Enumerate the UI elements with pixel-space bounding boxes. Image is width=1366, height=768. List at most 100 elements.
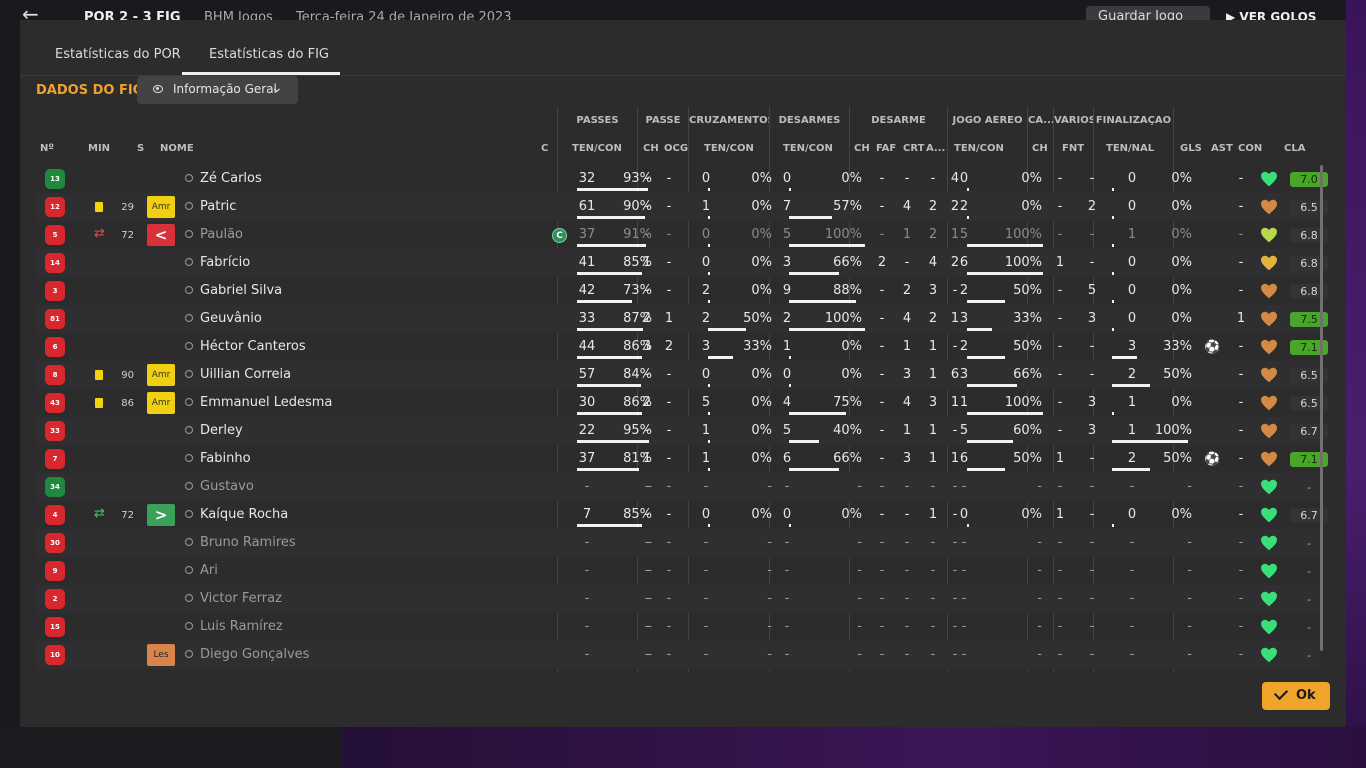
player-profile-icon[interactable] bbox=[183, 370, 193, 380]
player-name[interactable]: Diego Gonçalves bbox=[200, 647, 309, 662]
stat-cell: 6 bbox=[782, 451, 792, 466]
player-name[interactable]: Paulão bbox=[200, 227, 243, 242]
stat-cell: 100% bbox=[824, 311, 862, 326]
player-name[interactable]: Bruno Ramires bbox=[200, 535, 296, 550]
table-scrollbar[interactable] bbox=[1320, 165, 1323, 651]
player-name[interactable]: Ari bbox=[200, 563, 218, 578]
table-row[interactable]: 10 Les Diego Gonçalves - - - - - - - - - - - - - - - - - - - - bbox=[36, 641, 1320, 669]
ok-button[interactable]: Ok bbox=[1262, 682, 1330, 710]
player-name[interactable]: Fabrício bbox=[200, 255, 250, 270]
player-profile-icon[interactable] bbox=[183, 454, 193, 464]
player-profile-icon[interactable] bbox=[183, 174, 193, 184]
column-header[interactable]: TEN/CON bbox=[783, 143, 863, 155]
success-rate-bar bbox=[967, 188, 969, 191]
table-row[interactable]: 12 29 Amr Patric 61 90% - -1 0% 7 57% -4 2 2 2 0% -2 0 0% -… bbox=[36, 193, 1328, 221]
stat-cell: - bbox=[666, 535, 672, 550]
stat-cell: - bbox=[784, 591, 790, 606]
player-name[interactable]: Héctor Canteros bbox=[200, 339, 306, 354]
column-header[interactable]: MIN bbox=[88, 143, 144, 155]
stat-cell: - bbox=[1089, 535, 1095, 550]
stat-cell: - bbox=[784, 535, 790, 550]
table-row[interactable]: 4 ⇄ 72 > Kaíque Rocha 7 85% - -0 0% 0 0% - -1-0 0% 1-0 0… bbox=[36, 501, 1328, 529]
table-row[interactable]: 34 Gustavo - - - - - - - - - - - - - - - - - - - - bbox=[36, 473, 1320, 501]
stat-cell: 0 bbox=[701, 227, 711, 242]
player-profile-icon[interactable] bbox=[183, 258, 193, 268]
player-name[interactable]: Kaíque Rocha bbox=[200, 507, 288, 522]
player-name[interactable]: Derley bbox=[200, 423, 243, 438]
player-profile-icon[interactable] bbox=[183, 538, 193, 548]
column-header[interactable]: CLA bbox=[1284, 143, 1336, 155]
table-row[interactable]: 5 ⇄ 72 < Paulão C 37 91% - -0 0% 5 100% -1 2 1 5 100% - -1 0… bbox=[36, 221, 1328, 249]
view-dropdown[interactable]: Informação Geral ⌄ bbox=[137, 76, 298, 104]
table-row[interactable]: 15 Luis Ramírez - - - - - - - - - - - - - - - - - - - - bbox=[36, 613, 1320, 641]
player-profile-icon[interactable] bbox=[183, 510, 193, 520]
shirt-number-icon: 10 bbox=[45, 645, 65, 665]
player-name[interactable]: Emmanuel Ledesma bbox=[200, 395, 332, 410]
stat-cell: - bbox=[1089, 367, 1095, 382]
stat-cell: - bbox=[857, 479, 862, 494]
player-profile-icon[interactable] bbox=[183, 230, 193, 240]
stat-cell: - bbox=[1057, 311, 1063, 326]
player-profile-icon[interactable] bbox=[183, 650, 193, 660]
stat-cell: 1 bbox=[928, 339, 938, 354]
stat-cell: 5 bbox=[782, 423, 792, 438]
substituted-off-icon: ⇄ bbox=[94, 226, 105, 241]
stat-cell: - bbox=[784, 479, 790, 494]
column-header[interactable]: TEN/CON bbox=[572, 143, 652, 155]
stat-cell: 50% bbox=[1163, 367, 1192, 382]
stat-cell: 0% bbox=[751, 283, 772, 298]
table-row[interactable]: 2 Victor Ferraz - - - - - - - - - - - - - - - - - - - - bbox=[36, 585, 1320, 613]
player-name[interactable]: Zé Carlos bbox=[200, 171, 262, 186]
stat-cell: - bbox=[879, 171, 885, 186]
table-row[interactable]: 8 90 Amr Uillian Correia 57 84% - -0 0% 0 0% -3 1 6 3 6… bbox=[36, 361, 1328, 389]
player-name[interactable]: Geuvânio bbox=[200, 311, 262, 326]
stat-cell: 0% bbox=[841, 507, 862, 522]
table-row[interactable]: 3 Gabriel Silva 42 73% - -2 0% 9 88% -2 3-2 50% -5 0 0… bbox=[36, 277, 1328, 305]
stat-cell: - bbox=[1129, 563, 1135, 578]
success-rate-bar bbox=[967, 440, 1013, 443]
stat-cell: - bbox=[904, 619, 910, 634]
tab-por-stats[interactable]: Estatísticas do POR bbox=[55, 47, 181, 62]
success-rate-bar bbox=[708, 412, 710, 415]
player-profile-icon[interactable] bbox=[183, 202, 193, 212]
table-row[interactable]: 14 Fabrício 41 85% 1-0 0% 3 66% 2-4 2 6 100% 1-0 0% -6… bbox=[36, 249, 1328, 277]
player-name[interactable]: Patric bbox=[200, 199, 236, 214]
player-name[interactable]: Gustavo bbox=[200, 479, 254, 494]
player-profile-icon[interactable] bbox=[183, 594, 193, 604]
stat-cell: - bbox=[784, 563, 790, 578]
stat-cell: - bbox=[644, 619, 650, 634]
table-row[interactable]: 6 Héctor Canteros 44 86% 3 2 3 33% 1 0% -1 1-2 50% - -… bbox=[36, 333, 1328, 361]
stat-cell: - bbox=[644, 563, 650, 578]
stat-cell: 2 bbox=[642, 395, 652, 410]
tab-fig-stats[interactable]: Estatísticas do FIG bbox=[209, 47, 329, 62]
player-profile-icon[interactable] bbox=[183, 314, 193, 324]
player-profile-icon[interactable] bbox=[183, 566, 193, 576]
stat-cell: 3 bbox=[1087, 311, 1097, 326]
stat-cell: 0% bbox=[1171, 395, 1192, 410]
player-name[interactable]: Uillian Correia bbox=[200, 367, 291, 382]
player-profile-icon[interactable] bbox=[183, 482, 193, 492]
player-name[interactable]: Luis Ramírez bbox=[200, 619, 283, 634]
stat-cell: - bbox=[644, 535, 650, 550]
player-profile-icon[interactable] bbox=[183, 622, 193, 632]
table-row[interactable]: 43 86 Amr Emmanuel Ledesma 30 86% 2-5 0% 4 75% -4 3… bbox=[36, 389, 1328, 417]
table-row[interactable]: 13 Zé Carlos 32 93% - -0 0% 0 0% - - -4 0 0% - -0 0% -7.0 bbox=[36, 165, 1328, 193]
table-row[interactable]: 30 Bruno Ramires - - - - - - - - - - - - - - - - - - - - bbox=[36, 529, 1320, 557]
player-profile-icon[interactable] bbox=[183, 426, 193, 436]
player-profile-icon[interactable] bbox=[183, 342, 193, 352]
table-row[interactable]: 81 Geuvânio 33 87% 2 1 2 50% 2 100% -4 2 1 3 33% -3 0 0% 1… bbox=[36, 305, 1328, 333]
player-name[interactable]: Victor Ferraz bbox=[200, 591, 282, 606]
column-header[interactable]: Nº bbox=[40, 143, 54, 155]
condition-heart-icon bbox=[1261, 199, 1277, 215]
column-header[interactable]: TEN/CON bbox=[704, 143, 784, 155]
table-row[interactable]: 7 Fabinho 37 81% 1-1 0% 6 66% -3 1 1 6 50% 1-2 50% ⚽ -7.… bbox=[36, 445, 1328, 473]
table-row[interactable]: 33 Derley 22 95% - -1 0% 5 40% -1 1-5 60% -3 1 100% -6.… bbox=[36, 417, 1328, 445]
player-name[interactable]: Gabriel Silva bbox=[200, 283, 282, 298]
player-profile-icon[interactable] bbox=[183, 286, 193, 296]
stat-cell: 5 bbox=[959, 423, 969, 438]
player-profile-icon[interactable] bbox=[183, 398, 193, 408]
player-name[interactable]: Fabinho bbox=[200, 451, 251, 466]
table-row[interactable]: 9 Ari - - - - - - - - - - - - - - - - - - - - bbox=[36, 557, 1320, 585]
column-header[interactable]: NOME bbox=[160, 143, 194, 155]
stat-cell: - bbox=[767, 647, 772, 662]
